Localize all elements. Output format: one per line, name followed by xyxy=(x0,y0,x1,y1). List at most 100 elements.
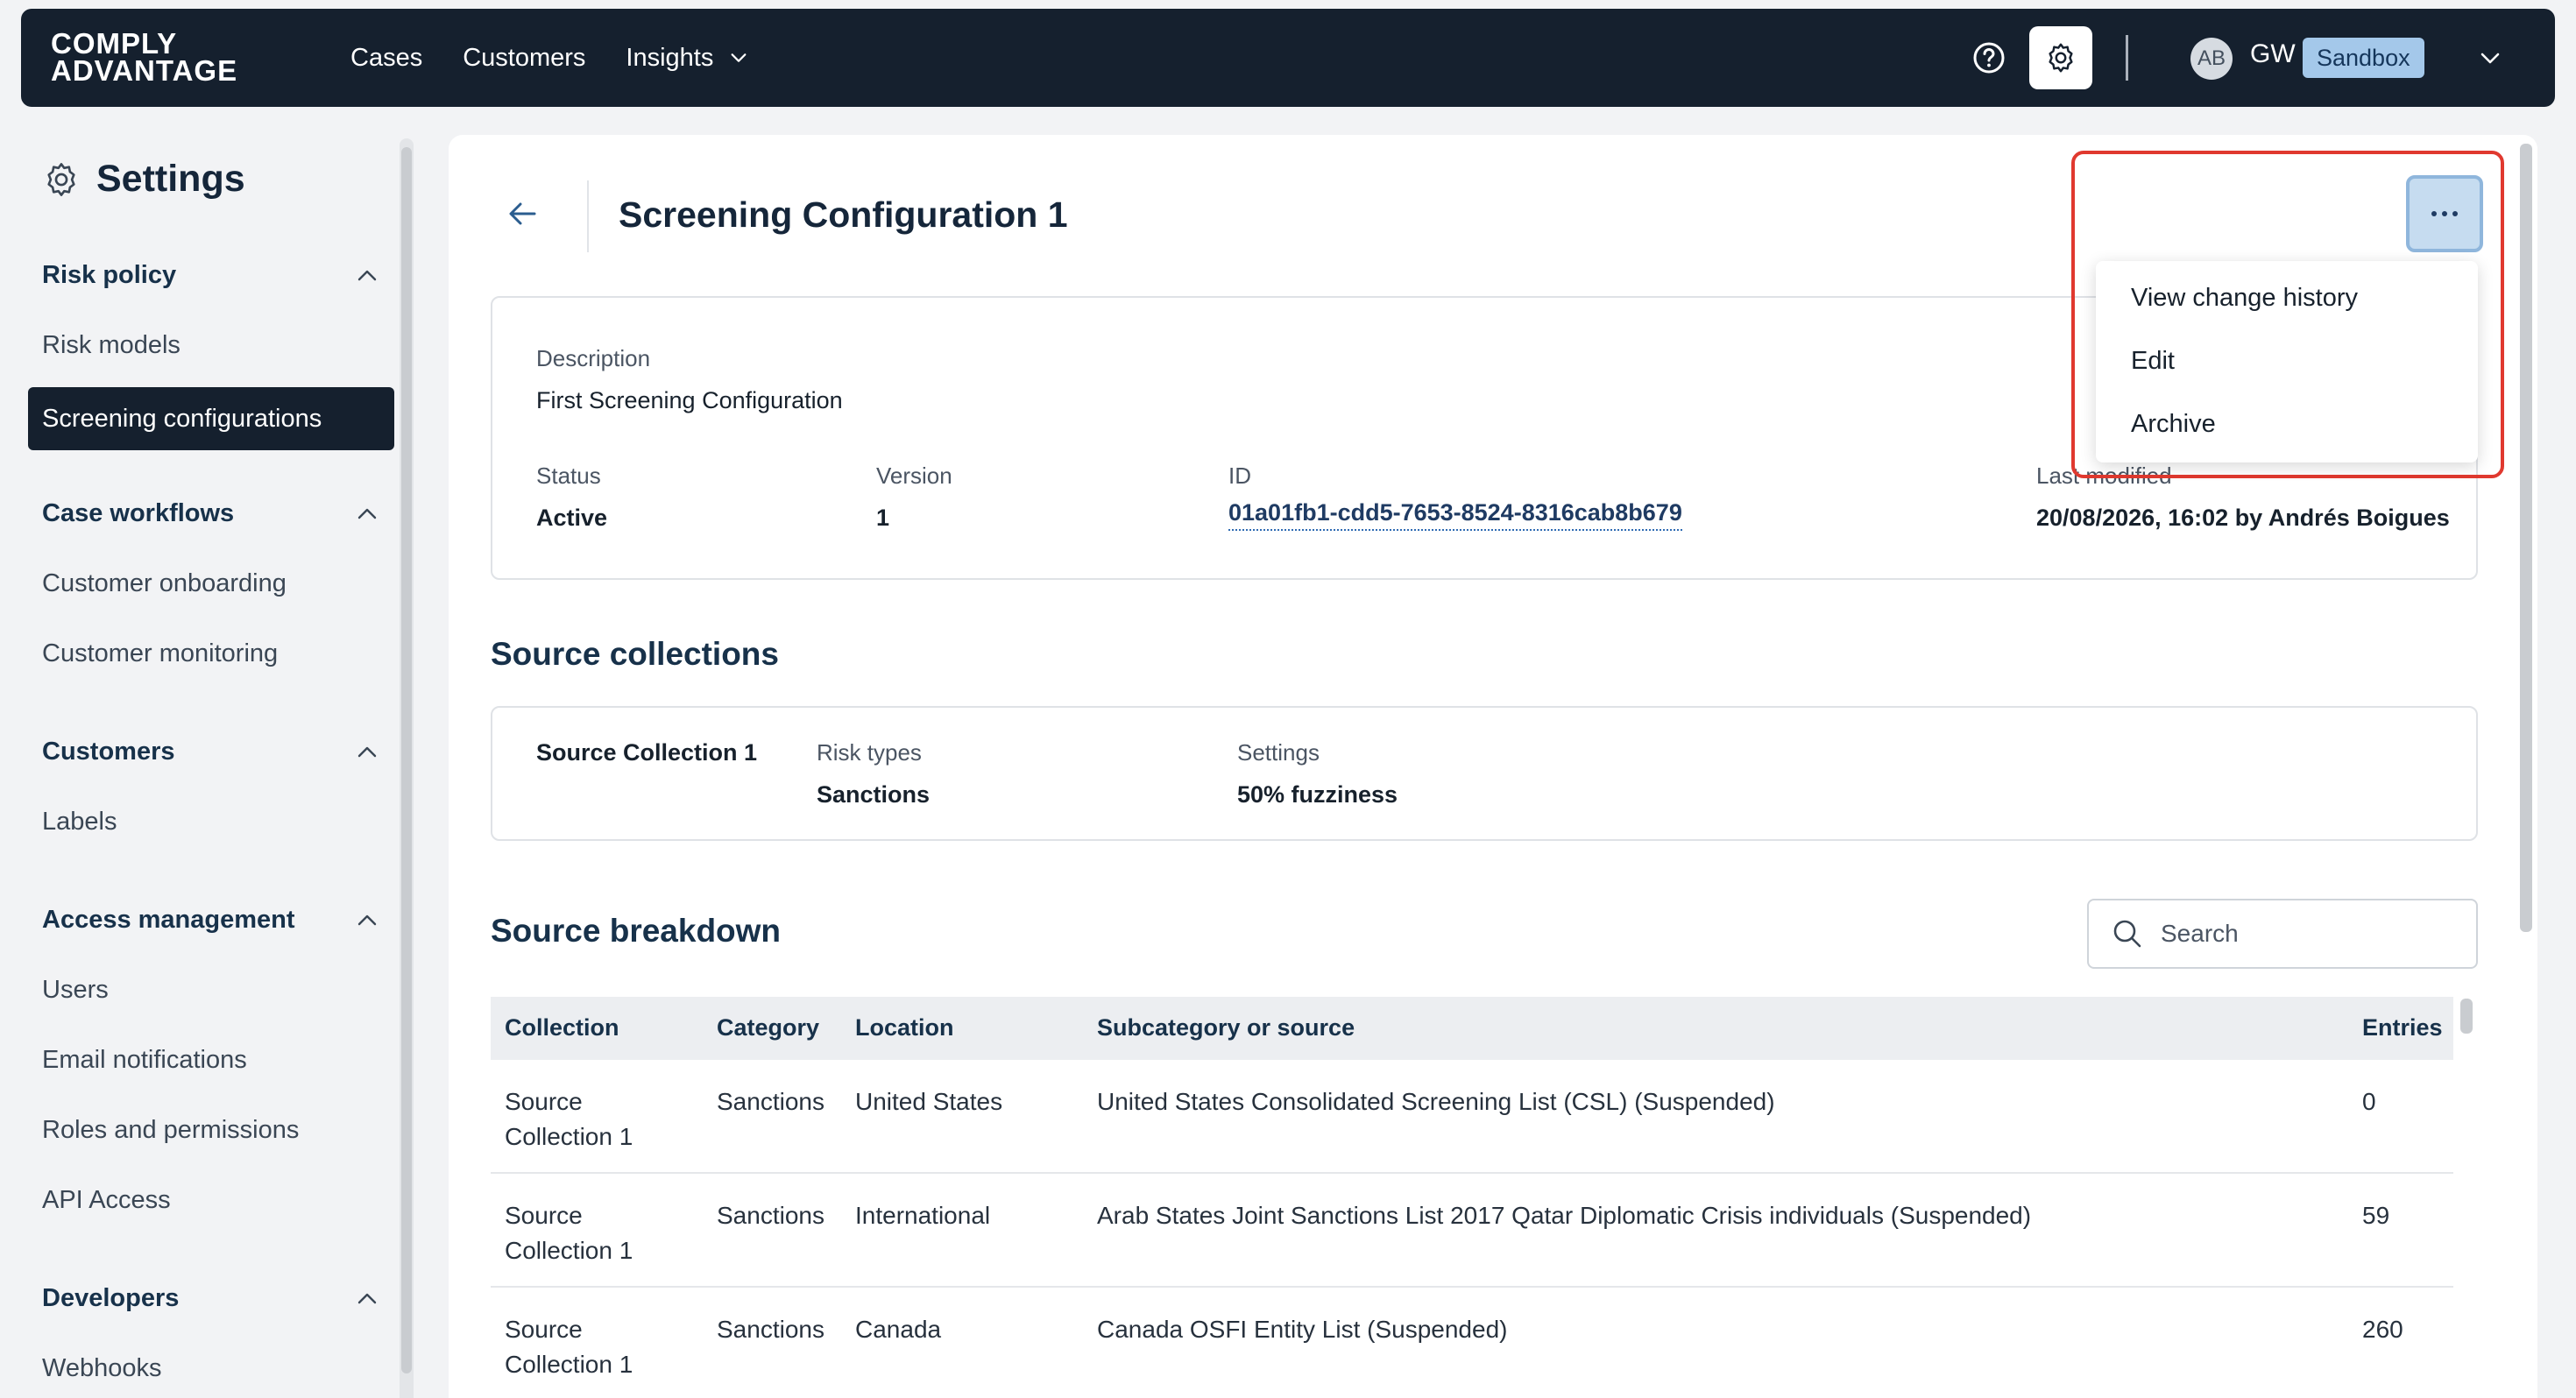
column-header[interactable]: Subcategory or source xyxy=(1097,1014,1355,1041)
version-value: 1 xyxy=(876,505,890,531)
back-arrow-icon[interactable] xyxy=(505,196,540,231)
cell-collection: Source Collection 1 xyxy=(505,1316,633,1378)
page-title: Screening Configuration 1 xyxy=(619,194,1068,235)
id-value[interactable]: 01a01fb1-cdd5-7653-8524-8316cab8b679 xyxy=(1228,499,1682,531)
nav-link-insights-label: Insights xyxy=(626,43,714,72)
settings-button[interactable] xyxy=(2029,26,2092,89)
risk-types-label: Risk types xyxy=(817,739,922,766)
nav-link-insights[interactable]: Insights xyxy=(626,44,748,73)
account-chevron-down-icon[interactable] xyxy=(2478,46,2502,70)
sidebar-section-access-management[interactable]: Access management xyxy=(42,906,379,935)
gear-icon xyxy=(47,162,75,196)
column-header[interactable]: Category xyxy=(717,1014,819,1041)
nav-link-customers[interactable]: Customers xyxy=(463,44,585,73)
sidebar-title: Settings xyxy=(42,158,245,201)
more-actions-button[interactable] xyxy=(2406,175,2483,252)
status-label: Status xyxy=(536,462,601,489)
nav-links: Cases Customers Insights xyxy=(350,9,789,107)
description-label: Description xyxy=(536,345,651,371)
cell-entries: 260 xyxy=(2362,1316,2403,1343)
sidebar-item-email-notifications[interactable]: Email notifications xyxy=(42,1046,247,1075)
section-label: Access management xyxy=(42,906,295,934)
menu-item-edit[interactable]: Edit xyxy=(2131,347,2175,376)
sidebar-item-customer-monitoring[interactable]: Customer monitoring xyxy=(42,639,278,668)
table-header: Collection Category Location Subcategory… xyxy=(491,997,2453,1060)
sidebar-section-developers[interactable]: Developers xyxy=(42,1284,379,1313)
cell-entries: 0 xyxy=(2362,1088,2376,1115)
sidebar-item-customer-onboarding[interactable]: Customer onboarding xyxy=(42,569,287,598)
user-initials[interactable]: GW xyxy=(2250,39,2296,69)
sidebar-item-risk-models[interactable]: Risk models xyxy=(42,331,180,360)
chevron-up-icon xyxy=(357,270,377,280)
actions-menu: View change history Edit Archive xyxy=(2096,261,2478,462)
cell-category: Sanctions xyxy=(717,1202,824,1229)
cell-location: United States xyxy=(855,1088,1003,1115)
avatar[interactable]: AB xyxy=(2190,38,2233,80)
chevron-up-icon xyxy=(357,508,377,519)
column-header[interactable]: Entries xyxy=(2362,1014,2443,1041)
section-label: Developers xyxy=(42,1284,180,1312)
cell-location: Canada xyxy=(855,1316,942,1343)
cell-entries: 59 xyxy=(2362,1202,2390,1229)
nav-link-cases[interactable]: Cases xyxy=(350,44,422,73)
last-modified-value: 20/08/2026, 16:02 by Andrés Boigues xyxy=(2036,505,2450,531)
section-label: Risk policy xyxy=(42,261,177,289)
version-label: Version xyxy=(876,462,952,489)
sidebar-item-api-access[interactable]: API Access xyxy=(42,1186,171,1215)
brand-line-2: ADVANTAGE xyxy=(51,54,238,87)
menu-item-archive[interactable]: Archive xyxy=(2131,410,2216,439)
sidebar-item-labels[interactable]: Labels xyxy=(42,808,117,837)
sidebar-scrollbar[interactable] xyxy=(400,138,414,1398)
gear-icon xyxy=(2049,43,2073,73)
id-label: ID xyxy=(1228,462,1251,489)
search-placeholder: Search xyxy=(2161,920,2239,947)
section-label: Customers xyxy=(42,738,175,766)
page-scrollbar[interactable] xyxy=(2520,135,2534,1398)
section-label: Case workflows xyxy=(42,499,235,527)
sidebar-section-customers[interactable]: Customers xyxy=(42,738,379,766)
scrollbar-thumb[interactable] xyxy=(401,147,412,1373)
column-header[interactable]: Location xyxy=(855,1014,954,1041)
sidebar-item-screening-configurations[interactable]: Screening configurations xyxy=(28,387,394,450)
help-icon[interactable] xyxy=(1971,40,2006,75)
table-row[interactable]: Source Collection 1 Sanctions Canada Can… xyxy=(491,1288,2453,1398)
brand-line-1: COMPLY xyxy=(51,27,178,60)
settings-sidebar: Settings Risk policy Risk models Screeni… xyxy=(0,131,414,1398)
collection-name: Source Collection 1 xyxy=(536,739,758,766)
cell-source: Canada OSFI Entity List (Suspended) xyxy=(1097,1316,1508,1343)
chevron-up-icon xyxy=(357,1293,377,1303)
cell-category: Sanctions xyxy=(717,1316,824,1343)
cell-source: Arab States Joint Sanctions List 2017 Qa… xyxy=(1097,1202,2032,1229)
chevron-up-icon xyxy=(357,914,377,925)
id-link[interactable]: 01a01fb1-cdd5-7653-8524-8316cab8b679 xyxy=(1228,499,1682,531)
source-collection-card: Source Collection 1 Risk types Sanctions… xyxy=(491,706,2478,841)
search-icon xyxy=(2113,920,2141,948)
settings-value: 50% fuzziness xyxy=(1237,781,1398,808)
table-row[interactable]: Source Collection 1 Sanctions Internatio… xyxy=(491,1174,2453,1288)
status-value: Active xyxy=(536,505,608,531)
sidebar-section-case-workflows[interactable]: Case workflows xyxy=(42,499,379,528)
sidebar-item-webhooks[interactable]: Webhooks xyxy=(42,1354,162,1383)
sidebar-section-risk-policy[interactable]: Risk policy xyxy=(42,261,379,290)
more-horizontal-icon xyxy=(2431,211,2458,216)
column-header[interactable]: Collection xyxy=(505,1014,619,1041)
chevron-down-icon xyxy=(731,53,747,62)
environment-badge: Sandbox xyxy=(2303,38,2424,78)
sidebar-item-roles-and-permissions[interactable]: Roles and permissions xyxy=(42,1116,299,1145)
brand-logo[interactable]: COMPLY ADVANTAGE xyxy=(51,27,238,87)
settings-label: Settings xyxy=(1237,739,1320,766)
sidebar-title-label: Settings xyxy=(96,158,245,200)
menu-item-view-change-history[interactable]: View change history xyxy=(2131,284,2358,313)
table-row[interactable]: Source Collection 1 Sanctions United Sta… xyxy=(491,1060,2453,1174)
search-input[interactable]: Search xyxy=(2087,899,2478,969)
scrollbar-thumb[interactable] xyxy=(2520,144,2532,932)
nav-divider xyxy=(2126,35,2128,81)
source-collections-heading: Source collections xyxy=(491,636,779,672)
table-scrollbar[interactable] xyxy=(2460,999,2474,1398)
cell-collection: Source Collection 1 xyxy=(505,1088,633,1150)
source-breakdown-table: Collection Category Location Subcategory… xyxy=(491,997,2453,1398)
cell-source: United States Consolidated Screening Lis… xyxy=(1097,1088,1775,1115)
chevron-up-icon xyxy=(357,746,377,757)
sidebar-item-users[interactable]: Users xyxy=(42,976,109,1005)
scrollbar-thumb[interactable] xyxy=(2460,999,2473,1034)
